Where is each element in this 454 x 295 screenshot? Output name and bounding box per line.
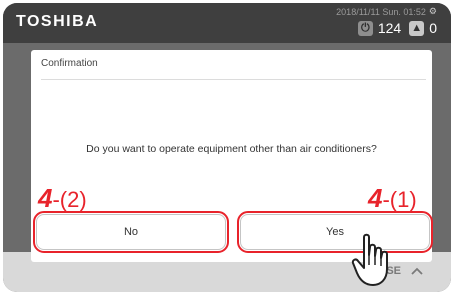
step-label-yes: 4-(1) xyxy=(368,185,417,211)
step-suffix: -(1) xyxy=(382,187,417,212)
warning-icon: ▲ xyxy=(409,20,425,36)
hand-pointer-icon xyxy=(351,233,388,286)
unit-icon: ⏻ xyxy=(357,20,373,36)
gear-icon[interactable]: ⚙ xyxy=(429,6,437,17)
step-number: 4 xyxy=(38,183,53,213)
dialog-message: Do you want to operate equipment other t… xyxy=(86,143,377,155)
warning-counter[interactable]: ▲ 0 xyxy=(409,20,437,36)
top-bar: TOSHIBA 2018/11/11 Sun. 01:52 ⚙ ⏻ 124 ▲ … xyxy=(3,3,451,43)
chevron-up-icon xyxy=(411,267,423,275)
brand-logo: TOSHIBA xyxy=(16,13,99,30)
status-counters: ⏻ 124 ▲ 0 xyxy=(357,20,437,36)
no-button-label: No xyxy=(123,226,139,238)
step-number: 4 xyxy=(368,183,383,213)
unit-counter[interactable]: ⏻ 124 xyxy=(357,20,402,36)
step-label-no: 4-(2) xyxy=(38,185,87,211)
yes-button[interactable]: Yes xyxy=(237,211,433,253)
step-suffix: -(2) xyxy=(52,187,87,212)
warning-count: 0 xyxy=(429,20,437,36)
yes-button-label: Yes xyxy=(326,226,344,238)
datetime-display: 2018/11/11 Sun. 01:52 ⚙ xyxy=(336,6,437,17)
no-button[interactable]: No xyxy=(33,211,229,253)
dialog-title: Confirmation xyxy=(41,58,98,69)
unit-count: 124 xyxy=(377,20,402,36)
dialog-divider xyxy=(41,79,426,80)
datetime-text: 2018/11/11 Sun. 01:52 xyxy=(336,6,426,17)
